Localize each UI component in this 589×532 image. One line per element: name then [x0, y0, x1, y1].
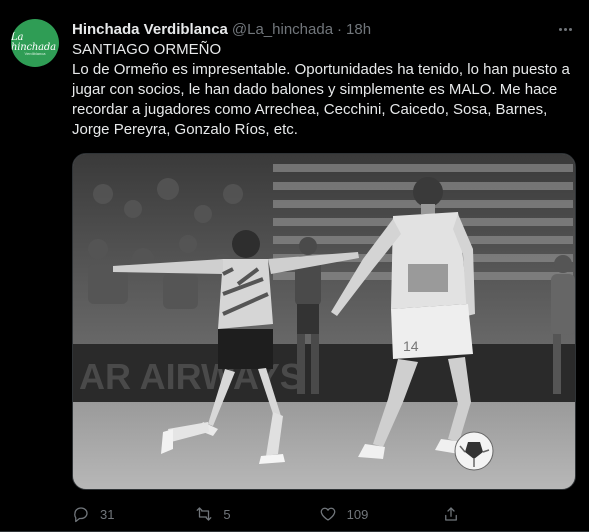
shirt-number: 14 — [403, 338, 419, 354]
reply-icon — [74, 507, 88, 523]
soccer-ball-icon — [454, 431, 494, 471]
like-button[interactable]: 109 — [319, 505, 379, 523]
retweet-icon — [196, 507, 212, 521]
avatar-logo-subtext: Verdiblanca — [24, 51, 46, 56]
more-options-button[interactable] — [555, 19, 575, 39]
pitch — [73, 402, 575, 489]
more-dot-icon — [563, 27, 567, 31]
separator-dot: · — [337, 20, 343, 38]
retweet-count: 5 — [223, 506, 231, 522]
tweet-media-photo[interactable]: AR AIRWAYS 14 — [72, 153, 576, 490]
tweet-text-body: Lo de Ormeño es impresentable. Oportunid… — [72, 61, 570, 138]
author-name[interactable]: Hinchada Verdiblanca — [72, 21, 228, 38]
tweet-header: Hinchada Verdiblanca @La_hinchada · 18h — [72, 19, 371, 39]
more-dot-icon — [558, 27, 562, 31]
share-button[interactable] — [442, 505, 502, 523]
heart-icon — [320, 507, 335, 521]
tweet-text: SANTIAGO ORMEÑO Lo de Ormeño es impresen… — [72, 40, 572, 140]
reply-button[interactable]: 31 — [72, 505, 132, 523]
share-icon — [445, 507, 457, 521]
tweet-actions: 31 5 109 — [72, 503, 502, 525]
tweet[interactable]: La hinchada Verdiblanca Hinchada Verdibl… — [0, 0, 589, 532]
tweet-time[interactable]: 18h — [346, 21, 371, 38]
author-handle[interactable]: @La_hinchada — [232, 21, 333, 38]
like-count: 109 — [346, 506, 369, 522]
retweet-button[interactable]: 5 — [195, 505, 255, 523]
more-dot-icon — [568, 27, 572, 31]
reply-count: 31 — [100, 506, 115, 522]
soccer-photo: AR AIRWAYS 14 — [73, 154, 575, 489]
tweet-text-title: SANTIAGO ORMEÑO — [72, 41, 222, 58]
avatar[interactable]: La hinchada Verdiblanca — [11, 19, 59, 67]
avatar-logo-text: La hinchada — [11, 32, 56, 53]
